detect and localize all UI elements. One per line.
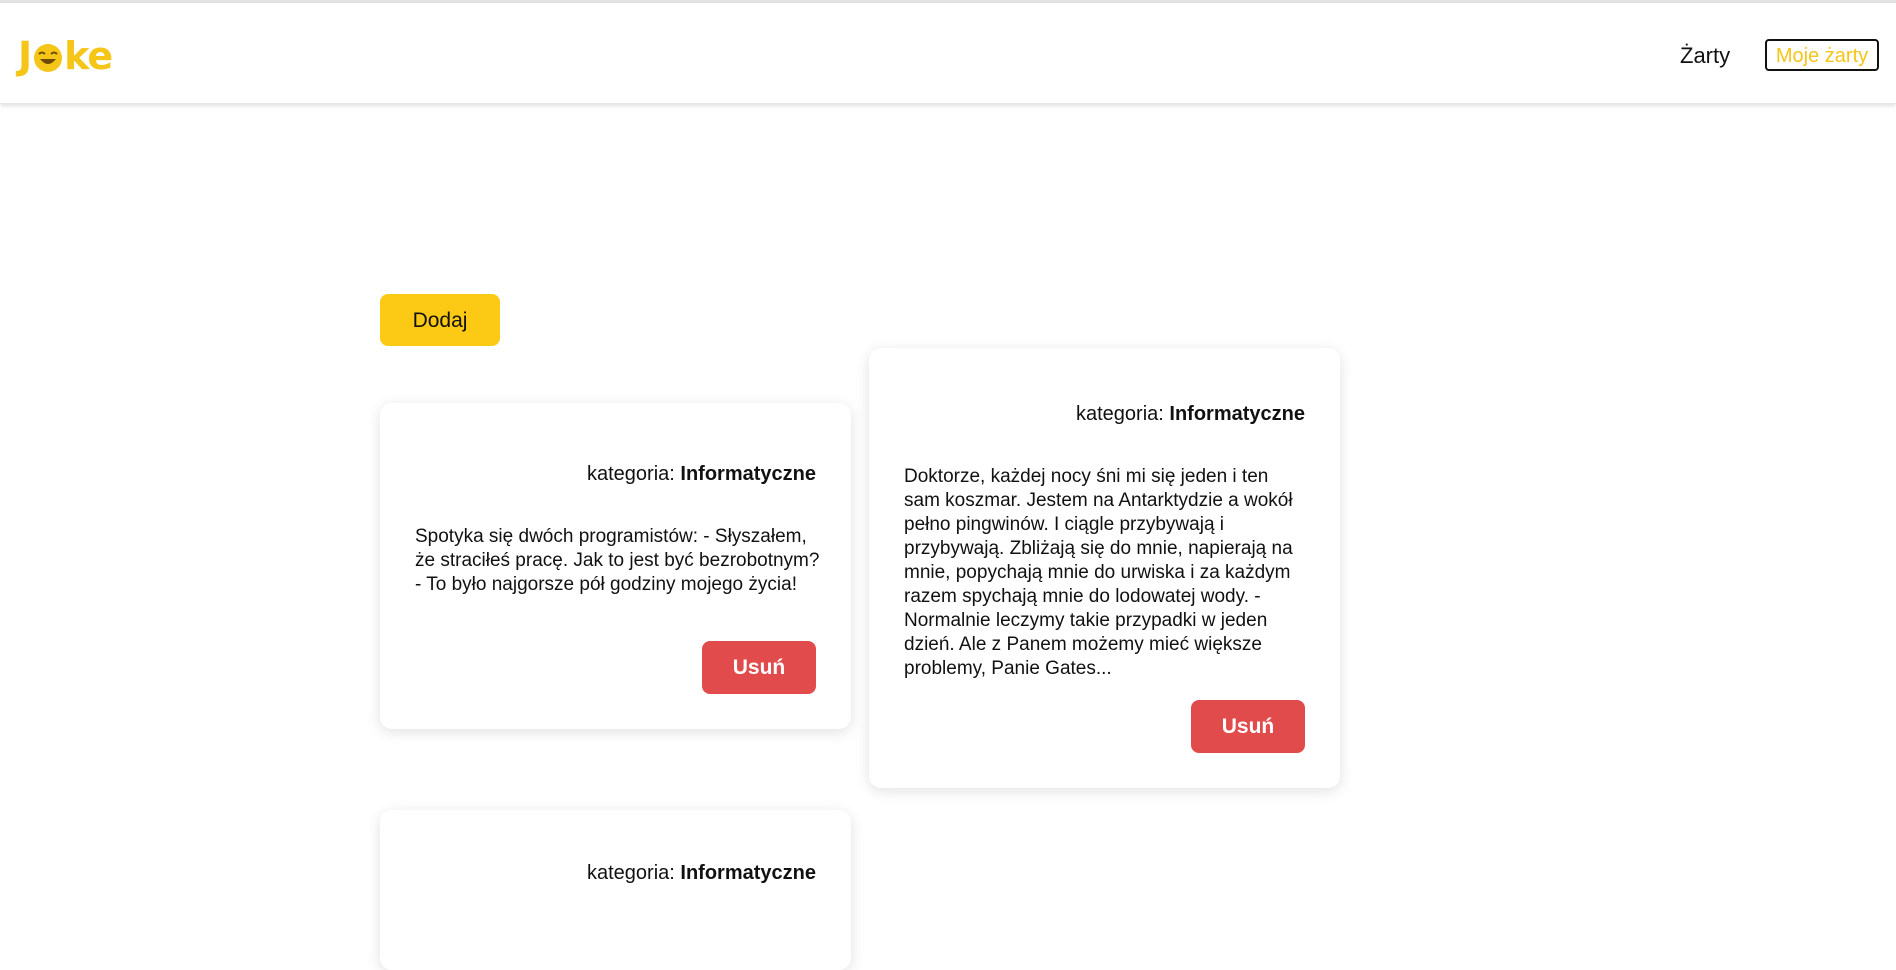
card-category: kategoria: Informatyczne [587, 860, 816, 886]
category-value: Informatyczne [680, 463, 816, 485]
category-prefix: kategoria: [587, 463, 675, 485]
card-category: kategoria: Informatyczne [587, 461, 816, 487]
header: J ke Żarty Moje żarty [0, 3, 1896, 104]
delete-button[interactable]: Usuń [702, 641, 816, 694]
category-value: Informatyczne [680, 862, 816, 884]
joke-text: Doktorze, każdej nocy śni mi się jeden i… [904, 466, 1293, 679]
delete-button[interactable]: Usuń [1191, 700, 1305, 753]
joke-card: kategoria: Informatyczne Spotyka się dwó… [380, 403, 851, 729]
card-category: kategoria: Informatyczne [1076, 401, 1305, 427]
logo[interactable]: J ke [18, 33, 113, 79]
category-prefix: kategoria: [1076, 403, 1164, 425]
add-joke-button[interactable]: Dodaj [380, 294, 500, 346]
logo-letter-j: J [18, 34, 32, 78]
joke-text: Spotyka się dwóch programistów: - Słysza… [415, 526, 820, 595]
logo-letters-ke: ke [64, 34, 113, 78]
nav-jokes-link[interactable]: Żarty [1680, 41, 1730, 71]
category-prefix: kategoria: [587, 862, 675, 884]
nav-my-jokes-link[interactable]: Moje żarty [1765, 39, 1879, 71]
joke-card: kategoria: Informatyczne [380, 810, 851, 970]
joke-card: kategoria: Informatyczne Doktorze, każde… [869, 348, 1340, 788]
laughing-face-icon [34, 44, 63, 72]
category-value: Informatyczne [1169, 403, 1305, 425]
